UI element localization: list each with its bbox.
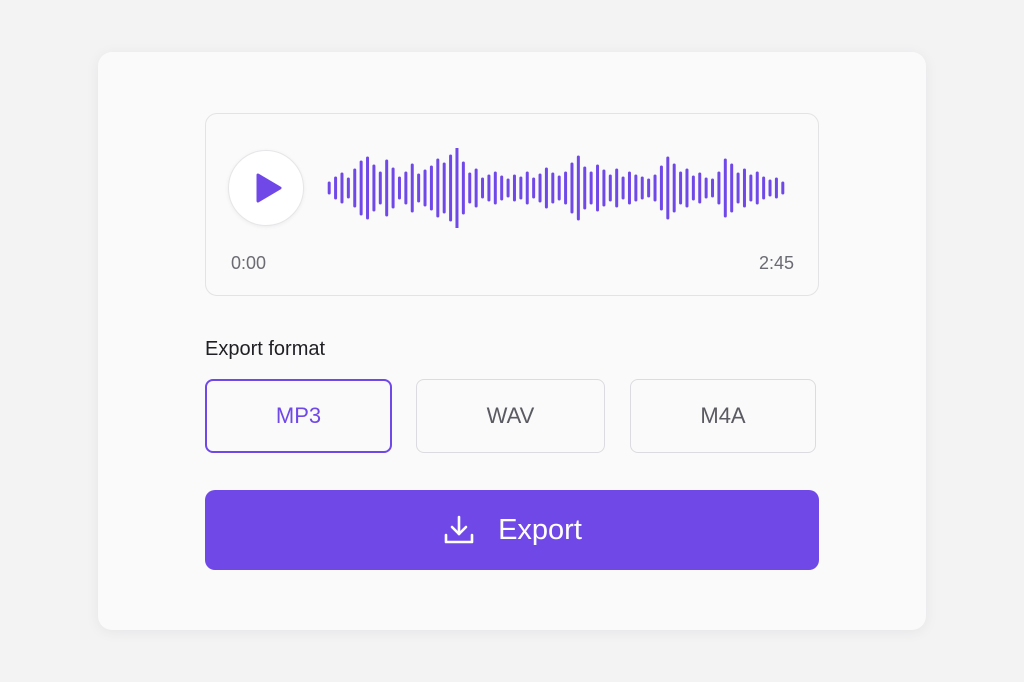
- format-option-wav[interactable]: WAV: [416, 379, 605, 453]
- duration: 2:45: [758, 253, 794, 273]
- download-icon: [442, 513, 476, 547]
- audio-waveform[interactable]: [326, 148, 786, 228]
- export-button-label: Export: [498, 513, 582, 546]
- play-button[interactable]: [228, 150, 304, 226]
- export-format-label: Export format: [205, 338, 326, 360]
- current-time: 0:00: [231, 253, 267, 273]
- play-icon: [256, 173, 281, 203]
- export-button[interactable]: Export: [205, 490, 819, 570]
- export-card: 0:00 2:45 Export format MP3 WAV M4A Expo…: [98, 52, 926, 630]
- audio-player: 0:00 2:45: [205, 113, 819, 296]
- format-option-mp3[interactable]: MP3: [205, 379, 392, 453]
- format-option-m4a[interactable]: M4A: [630, 379, 816, 453]
